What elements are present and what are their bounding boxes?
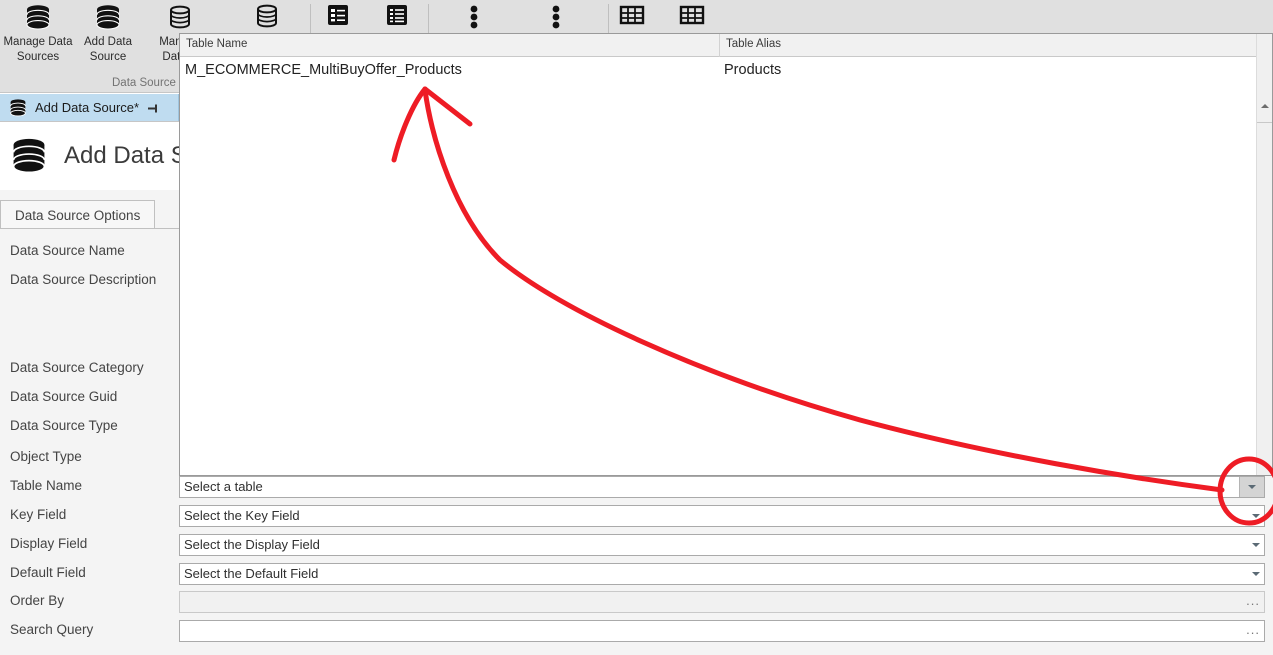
- database-icon: [2, 2, 74, 34]
- column-header-table-name: Table Name: [186, 38, 248, 50]
- table-grid-icon: [678, 5, 706, 25]
- chevron-down-icon[interactable]: [1239, 477, 1264, 497]
- table-grid-button-1[interactable]: [610, 2, 654, 34]
- key-field-combobox[interactable]: Select the Key Field: [179, 505, 1265, 527]
- label-table-name: Table Name: [10, 478, 83, 493]
- tab-data-source-options[interactable]: Data Source Options: [0, 200, 156, 229]
- chevron-down-icon[interactable]: [1247, 564, 1264, 584]
- label-data-source-description: Data Source Description: [10, 272, 157, 287]
- column-divider: [719, 34, 720, 57]
- database-icon: [8, 135, 50, 177]
- database-outline-icon: [252, 4, 282, 28]
- column-header-table-alias: Table Alias: [726, 38, 781, 50]
- label-order-by: Order By: [10, 593, 65, 608]
- dropdown-scrollbar[interactable]: [1256, 34, 1272, 475]
- scrollbar-divider: [1257, 122, 1272, 123]
- database-icon: [7, 97, 29, 119]
- chevron-down-icon[interactable]: [1247, 535, 1264, 555]
- control-table-name: Select a table: [179, 476, 1265, 498]
- table-grid-button-2[interactable]: [670, 2, 714, 34]
- ellipsis-icon[interactable]: ...: [1246, 593, 1260, 608]
- table-grid-icon: [618, 5, 646, 25]
- label-object-type: Object Type: [10, 449, 82, 464]
- dropdown-header: Table Name Table Alias: [180, 34, 1272, 57]
- field-row-default-field: Default Field Select the Default Field: [0, 563, 1273, 591]
- more-vertical-icon: [461, 5, 487, 29]
- control-default-field: Select the Default Field: [179, 563, 1265, 585]
- list-detail-icon: [325, 5, 351, 25]
- table-name-value: Select a table: [184, 479, 263, 494]
- search-query-input[interactable]: ...: [179, 620, 1265, 642]
- label-data-source-name: Data Source Name: [10, 243, 125, 258]
- list-detail-button-1[interactable]: [316, 2, 360, 34]
- field-row-key-field: Key Field Select the Key Field: [0, 505, 1273, 533]
- more-vertical-button-2[interactable]: [534, 2, 578, 34]
- cell-table-alias: Products: [724, 62, 782, 78]
- field-row-order-by: Order By ...: [0, 591, 1273, 619]
- database-icon: [72, 2, 144, 34]
- field-row-table-name: Table Name Select a table: [0, 476, 1273, 504]
- label-search-query: Search Query: [10, 622, 94, 637]
- chevron-down-icon[interactable]: [1247, 506, 1264, 526]
- tab-label: Add Data Source*: [35, 100, 140, 115]
- cell-table-name: M_ECOMMERCE_MultiBuyOffer_Products: [185, 62, 462, 78]
- table-name-dropdown-popup[interactable]: Table Name Table Alias M_ECOMMERCE_Multi…: [179, 33, 1273, 476]
- field-row-search-query: Search Query ...: [0, 620, 1273, 648]
- table-row[interactable]: M_ECOMMERCE_MultiBuyOffer_Products Produ…: [180, 57, 1272, 87]
- field-row-display-field: Display Field Select the Display Field: [0, 534, 1273, 562]
- label-data-source-guid: Data Source Guid: [10, 389, 118, 404]
- table-name-combobox[interactable]: Select a table: [179, 476, 1265, 498]
- add-data-source-label-line1: Add Data: [84, 36, 132, 48]
- default-field-value: Select the Default Field: [184, 566, 319, 581]
- manage-data-sources-button[interactable]: Manage Data Sources: [2, 2, 74, 64]
- add-data-source-button[interactable]: Add Data Source: [72, 2, 144, 64]
- ellipsis-icon[interactable]: ...: [1246, 622, 1260, 637]
- label-default-field: Default Field: [10, 565, 86, 580]
- label-data-source-type: Data Source Type: [10, 418, 118, 433]
- tab-add-data-source[interactable]: Add Data Source*: [0, 94, 179, 121]
- more-vertical-icon: [543, 5, 569, 29]
- control-display-field: Select the Display Field: [179, 534, 1265, 556]
- add-data-source-label-line2: Source: [89, 51, 127, 63]
- more-vertical-button-1[interactable]: [452, 2, 496, 34]
- control-order-by: ...: [179, 591, 1265, 613]
- label-data-source-category: Data Source Category: [10, 360, 144, 375]
- display-field-combobox[interactable]: Select the Display Field: [179, 534, 1265, 556]
- label-display-field: Display Field: [10, 536, 88, 551]
- manage-data-sources-label-line1: Manage Data: [3, 36, 73, 48]
- key-field-value: Select the Key Field: [184, 508, 300, 523]
- pin-icon[interactable]: [147, 100, 160, 114]
- display-field-value: Select the Display Field: [184, 537, 320, 552]
- database-outline-icon: [144, 2, 216, 34]
- scroll-up-icon[interactable]: [1257, 98, 1272, 114]
- list-detail-button-2[interactable]: [375, 2, 419, 34]
- control-key-field: Select the Key Field: [179, 505, 1265, 527]
- application-window: Manage Data Sources Add Data Source Data…: [0, 0, 1273, 655]
- database-outline-button[interactable]: [245, 2, 289, 34]
- ribbon-group-title: Data Source: [112, 77, 176, 89]
- label-key-field: Key Field: [10, 507, 67, 522]
- order-by-input[interactable]: ...: [179, 591, 1265, 613]
- manage-data-sources-label-line2: Sources: [16, 51, 60, 63]
- control-search-query: ...: [179, 620, 1265, 642]
- default-field-combobox[interactable]: Select the Default Field: [179, 563, 1265, 585]
- tab-data-source-options-label: Data Source Options: [15, 207, 141, 223]
- list-detail-icon: [384, 5, 410, 25]
